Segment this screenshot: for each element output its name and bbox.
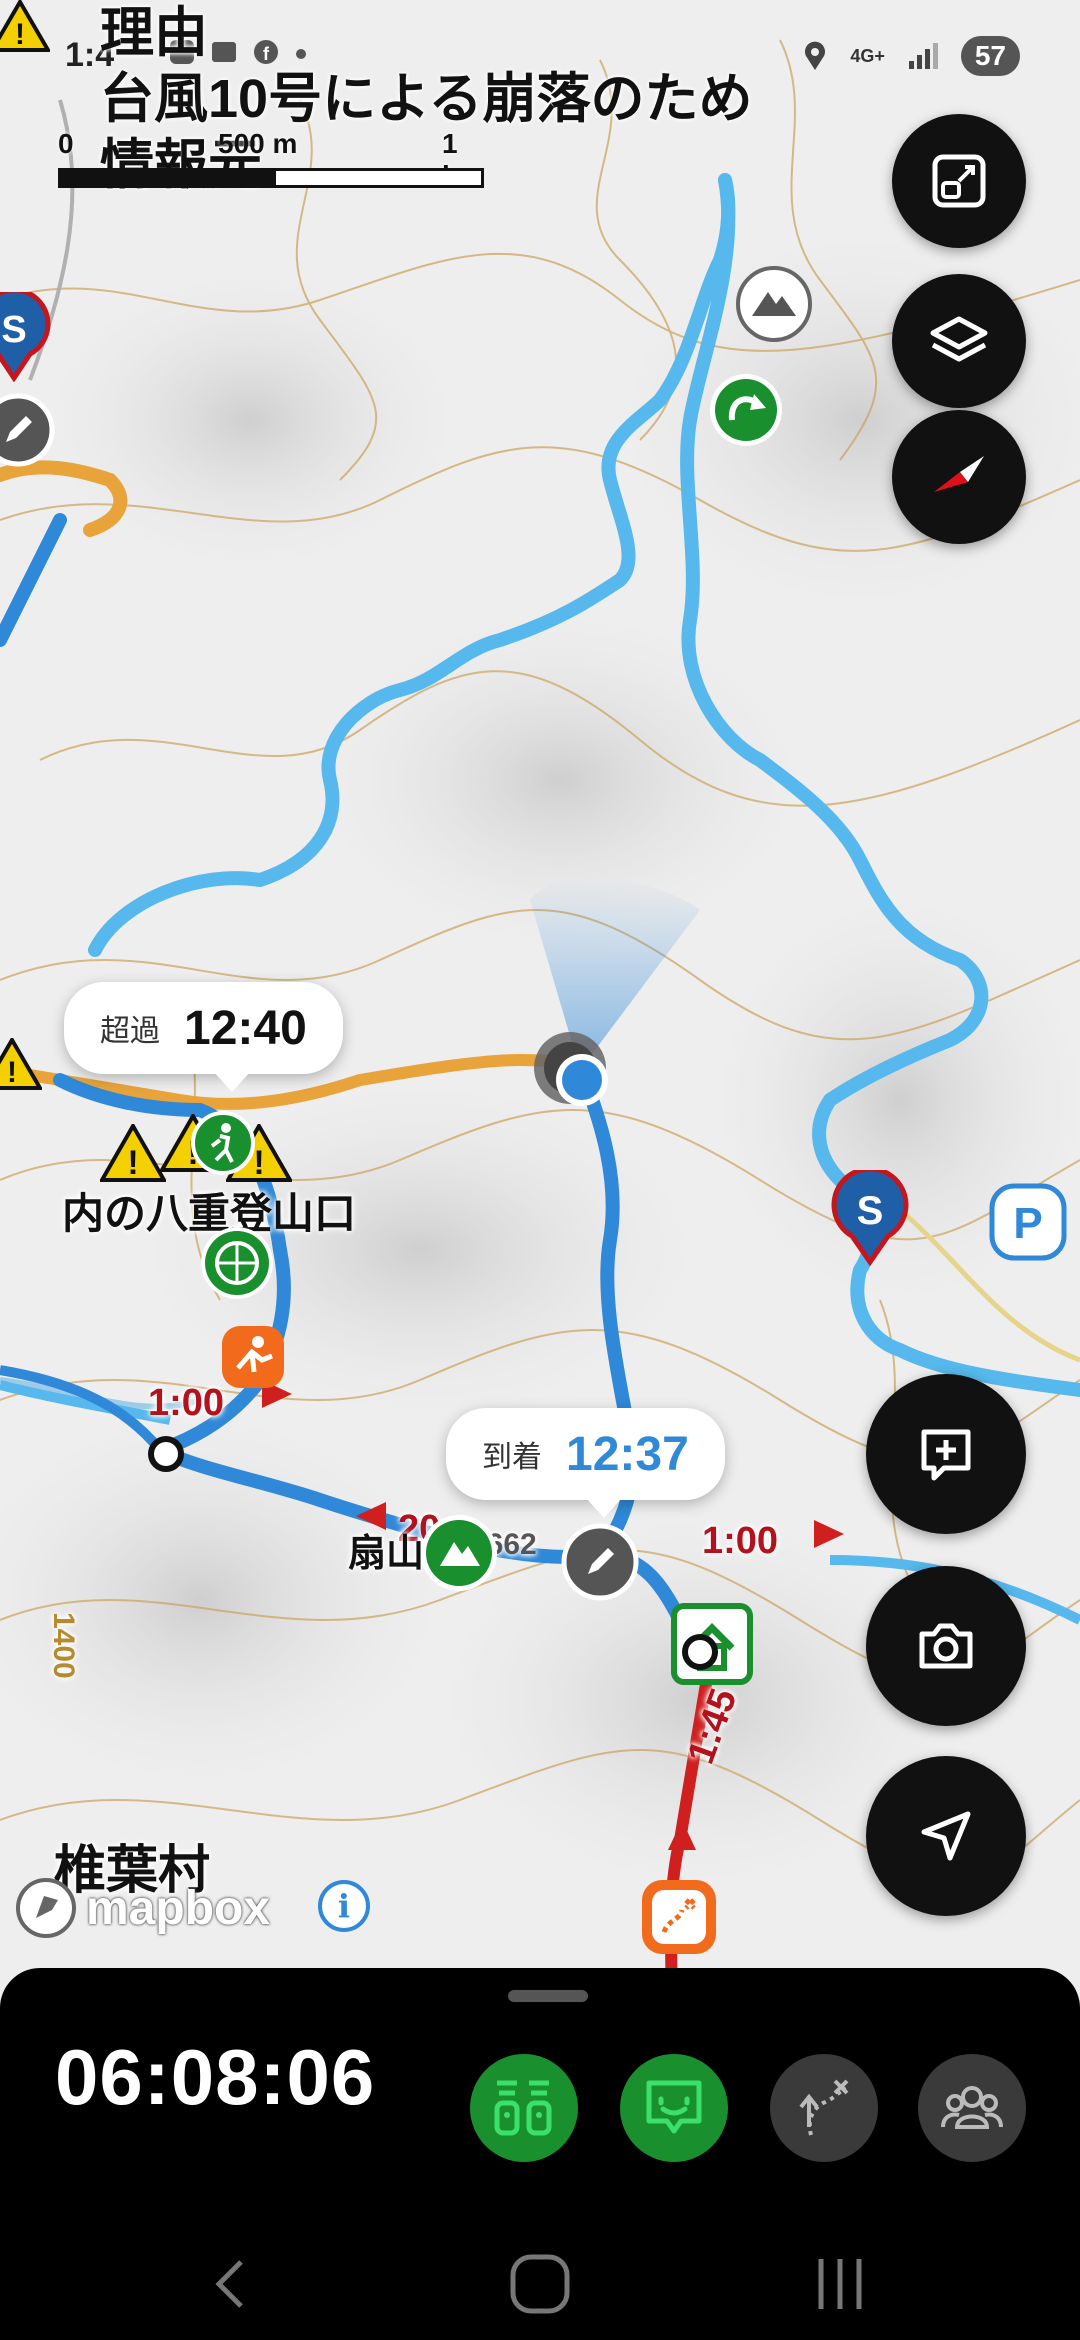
memo-pin-icon[interactable] xyxy=(560,1522,640,1607)
navigation-arrow-icon xyxy=(921,1811,971,1861)
add-memo-button[interactable] xyxy=(866,1374,1026,1534)
scale-zero: 0 xyxy=(58,128,74,159)
route-marker-icon[interactable] xyxy=(638,1876,720,1963)
layers-button[interactable] xyxy=(892,274,1026,408)
excess-time-callout: 超過 12:40 xyxy=(64,982,343,1092)
chat-map-icon xyxy=(646,2080,702,2134)
scale-mid: 500 m xyxy=(218,128,298,159)
battery-level: 57 xyxy=(960,36,1020,76)
segment-time-label: 1:00 xyxy=(148,1382,225,1424)
warning-icon[interactable]: ! xyxy=(98,1121,168,1187)
mapbox-logo-icon xyxy=(16,1878,76,1938)
info-icon: i xyxy=(337,1887,351,1925)
camera-icon xyxy=(919,1623,973,1669)
layers-icon xyxy=(930,316,988,362)
forest-marker-icon[interactable] xyxy=(196,1222,278,1309)
spot-pin-icon[interactable]: S xyxy=(830,1166,910,1271)
notice-line-reason: 理由 xyxy=(100,3,208,63)
mapbox-wordmark: mapbox xyxy=(86,1881,271,1935)
signal-icon xyxy=(908,43,938,69)
closure-notice[interactable]: 理由 台風10号による崩落のため 情報元... xyxy=(100,0,860,195)
compass-button[interactable] xyxy=(892,410,1026,544)
arrival-time-value: 12:37 xyxy=(566,1427,689,1481)
summit-marker-icon[interactable] xyxy=(418,1512,500,1599)
system-nav-bar xyxy=(0,2228,1080,2340)
segment-time-label: 1:00 xyxy=(702,1520,779,1562)
climber-marker-icon[interactable] xyxy=(190,1110,256,1181)
svg-text:!: ! xyxy=(7,1056,17,1089)
elapsed-time: 06:08:06 xyxy=(55,2033,376,2121)
group-button[interactable] xyxy=(918,2054,1026,2162)
nav-home-button[interactable] xyxy=(480,2228,600,2340)
compass-icon xyxy=(934,456,984,492)
nav-back-button[interactable] xyxy=(170,2228,290,2340)
route-deviation-icon xyxy=(799,2079,849,2136)
locate-button[interactable] xyxy=(866,1756,1026,1916)
members-track-button[interactable] xyxy=(470,2054,578,2162)
mountain-marker-icon[interactable] xyxy=(734,264,814,349)
parking-marker-icon[interactable]: P xyxy=(988,1182,1068,1267)
fit-route-icon xyxy=(932,154,986,208)
svg-text:S: S xyxy=(857,1189,884,1233)
spot-pin-icon[interactable]: S xyxy=(0,287,52,387)
current-location-icon xyxy=(552,1050,612,1115)
home-icon xyxy=(510,2254,570,2314)
nav-recents-button[interactable] xyxy=(780,2228,900,2340)
chat-map-button[interactable] xyxy=(620,2054,728,2162)
arrival-time-label: 到着 xyxy=(482,1441,542,1474)
bottom-panel: 06:08:06 xyxy=(0,1968,1080,2340)
members-track-icon xyxy=(494,2080,552,2136)
camera-button[interactable] xyxy=(866,1566,1026,1726)
map-info-button[interactable]: i xyxy=(318,1880,370,1932)
scale-bar: 0 500 m 1 km xyxy=(58,128,488,191)
direction-arrow-icon xyxy=(664,1818,700,1859)
waypoint-dot-icon[interactable] xyxy=(146,1434,186,1479)
waypoint-dot-icon[interactable] xyxy=(680,1632,720,1677)
notice-line-cause: 台風10号による崩落のため xyxy=(100,69,753,129)
svg-text:!: ! xyxy=(127,1144,138,1182)
recents-icon xyxy=(818,2259,862,2309)
memo-pin-icon[interactable] xyxy=(0,392,56,473)
direction-arrow-icon xyxy=(810,1516,846,1557)
arrival-time-callout: 到着 12:37 xyxy=(446,1408,725,1518)
svg-text:S: S xyxy=(1,309,26,351)
contour-elevation-label: 1400 xyxy=(47,1612,80,1679)
back-icon xyxy=(215,2260,243,2308)
drag-handle[interactable] xyxy=(508,1990,588,2002)
add-memo-icon xyxy=(921,1429,971,1481)
route-deviation-button[interactable] xyxy=(770,2054,878,2162)
route-start-marker-icon[interactable] xyxy=(706,370,786,455)
peak-name-label: 扇山 xyxy=(348,1533,425,1575)
svg-text:P: P xyxy=(1013,1199,1042,1248)
excess-time-label: 超過 xyxy=(100,1015,160,1048)
hazard-marker-icon[interactable] xyxy=(218,1322,288,1397)
warning-icon[interactable]: ! xyxy=(0,1036,44,1095)
mapbox-attribution[interactable]: mapbox xyxy=(14,1876,270,1940)
excess-time-value: 12:40 xyxy=(184,1001,307,1055)
fit-route-button[interactable] xyxy=(892,114,1026,248)
group-icon xyxy=(941,2086,1003,2129)
